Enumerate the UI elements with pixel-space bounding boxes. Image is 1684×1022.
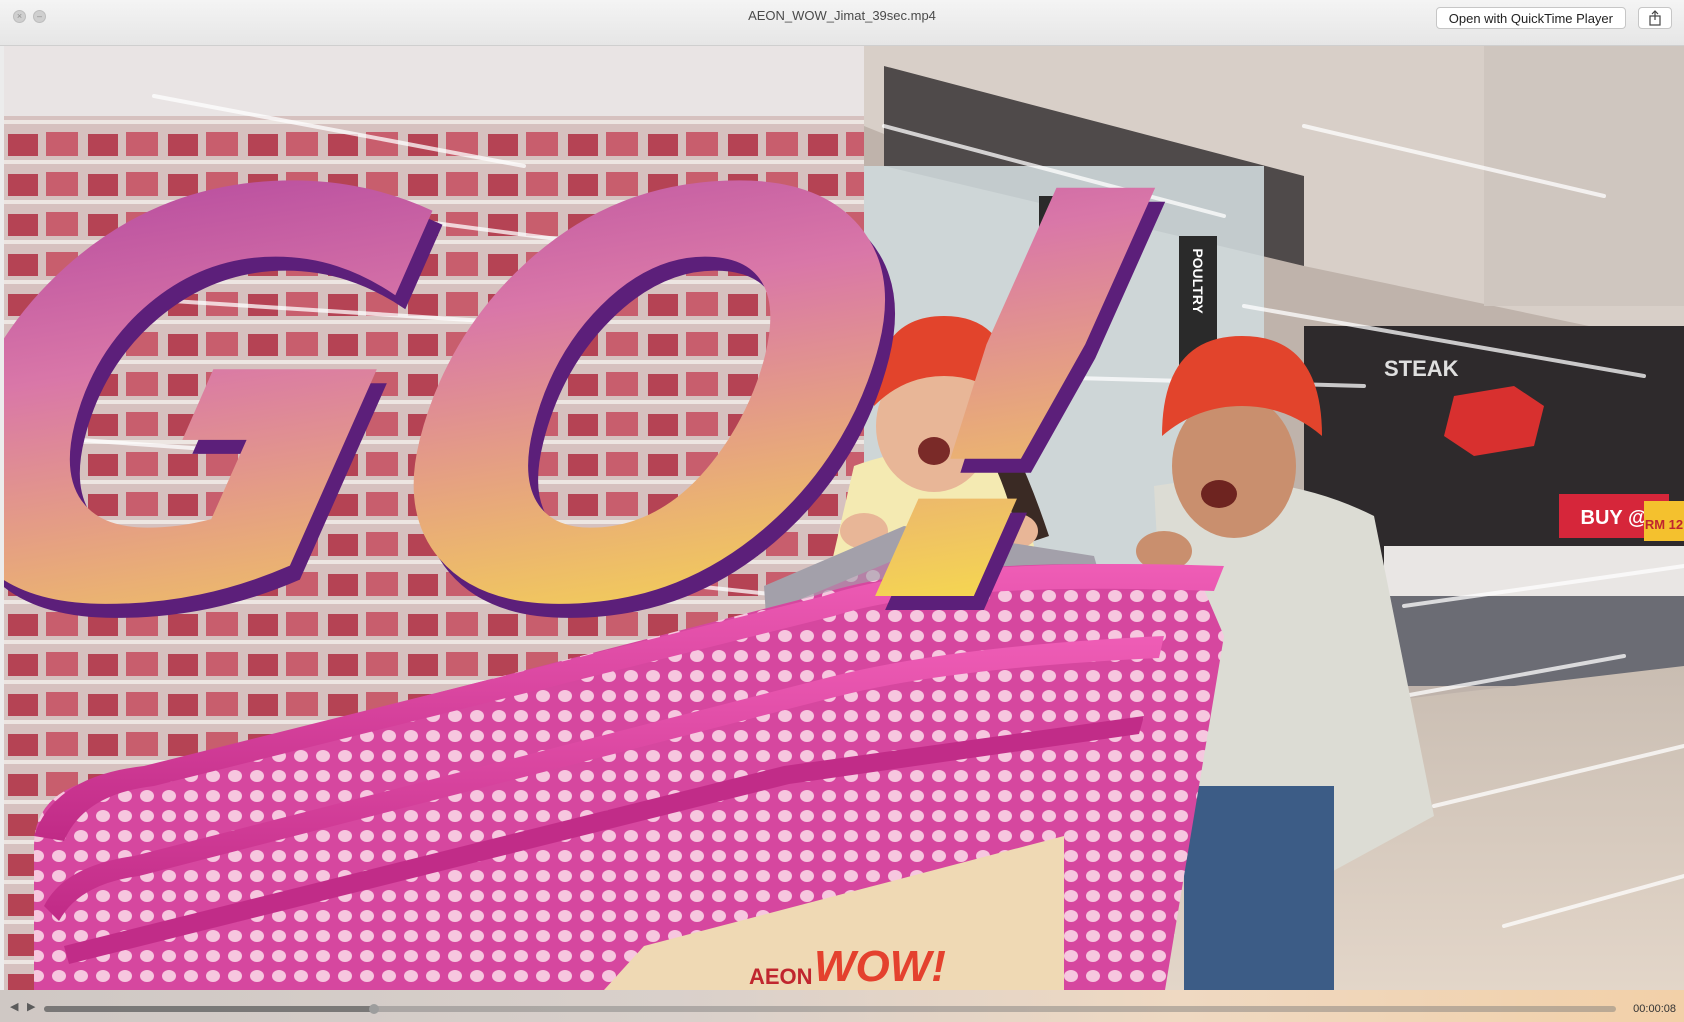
play-icon[interactable]: ▶ — [27, 1000, 35, 1013]
go-text: GO! — [4, 77, 1221, 729]
poultry-sign: POULTRY — [1190, 248, 1206, 314]
open-with-quicktime-button[interactable]: Open with QuickTime Player — [1435, 7, 1626, 29]
cart-brand: AEON — [749, 964, 813, 989]
video-scene: LAMB POULTRY STEAK BUY @ RM 12 AEON WOW!… — [4, 46, 1684, 990]
title-bar: × – AEON_WOW_Jimat_39sec.mp4 Open with Q… — [0, 0, 1684, 46]
share-icon — [1649, 10, 1661, 26]
playback-controls: ◀ ▶ 00:00:08 — [0, 990, 1684, 1022]
buy-sign: BUY @ — [1581, 507, 1648, 529]
steak-sign: STEAK — [1384, 356, 1459, 381]
back-icon[interactable]: ◀ — [10, 1000, 18, 1013]
share-button[interactable] — [1638, 7, 1672, 29]
minimize-icon[interactable]: – — [33, 10, 46, 23]
current-time: 00:00:08 — [1633, 1003, 1676, 1015]
video-frame[interactable]: LAMB POULTRY STEAK BUY @ RM 12 AEON WOW!… — [4, 46, 1684, 990]
price-sign: RM 12 — [1645, 517, 1683, 532]
timeline-progress — [44, 1006, 375, 1012]
close-glyph: × — [16, 11, 23, 21]
go-overlay: GO! GO! — [4, 77, 1231, 743]
cart-slogan: WOW! — [814, 942, 946, 990]
close-icon[interactable]: × — [13, 10, 26, 23]
timeline-scrubber[interactable] — [44, 1004, 1616, 1014]
window-title: AEON_WOW_Jimat_39sec.mp4 — [748, 8, 936, 23]
minimize-glyph: – — [36, 11, 42, 21]
timeline-playhead[interactable] — [369, 1004, 380, 1014]
quicklook-window: × – AEON_WOW_Jimat_39sec.mp4 Open with Q… — [0, 0, 1684, 1022]
